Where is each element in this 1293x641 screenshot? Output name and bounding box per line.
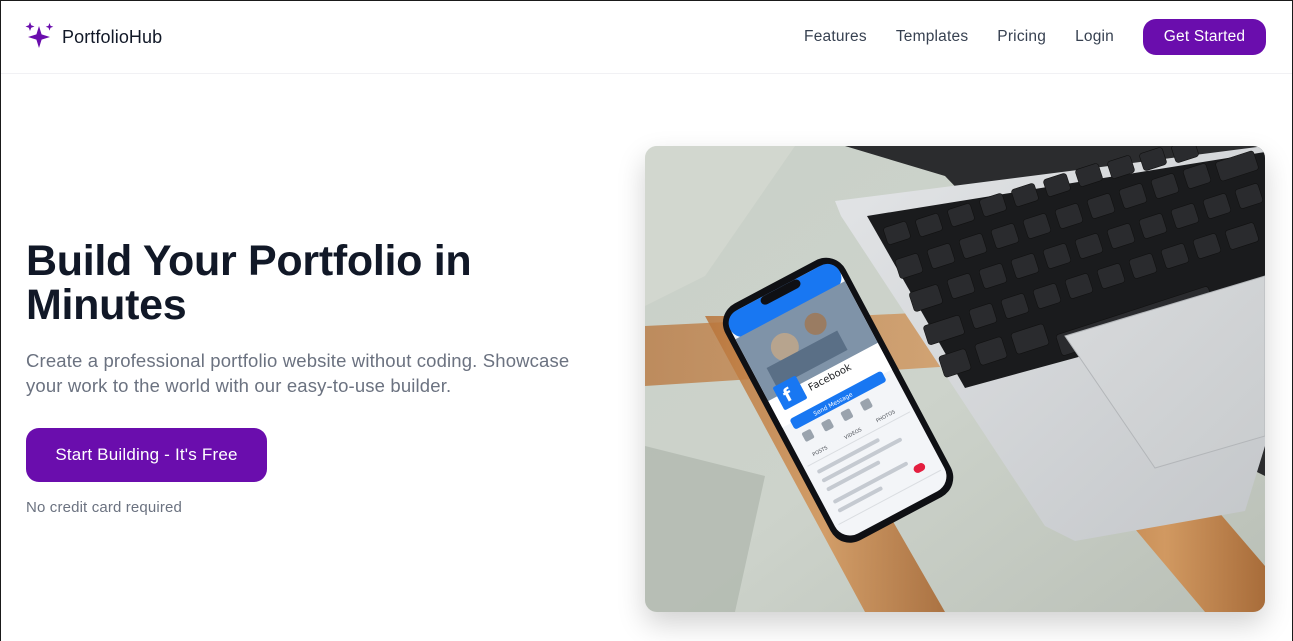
main-nav: Features Templates Pricing Login Get Sta… (804, 19, 1266, 55)
page: PortfolioHub Features Templates Pricing … (0, 0, 1293, 641)
hero-subtitle: Create a professional portfolio website … (26, 350, 570, 396)
hero-title: Build Your Portfolio in Minutes (26, 237, 472, 329)
nav-templates[interactable]: Templates (896, 28, 968, 46)
nav-features[interactable]: Features (804, 28, 867, 46)
no-credit-card-note: No credit card required (26, 499, 183, 516)
site-header: PortfolioHub Features Templates Pricing … (1, 1, 1292, 74)
sparkles-icon (25, 22, 55, 52)
nav-login[interactable]: Login (1075, 28, 1114, 46)
get-started-button[interactable]: Get Started (1143, 19, 1266, 55)
brand-name: PortfolioHub (62, 26, 163, 47)
hero-image: f Facebook Send Message POSTS VIDEOS PHO… (645, 146, 1265, 612)
start-building-button[interactable]: Start Building - It's Free (26, 428, 267, 482)
nav-pricing[interactable]: Pricing (997, 28, 1046, 46)
brand-logo-link[interactable]: PortfolioHub (25, 22, 162, 52)
